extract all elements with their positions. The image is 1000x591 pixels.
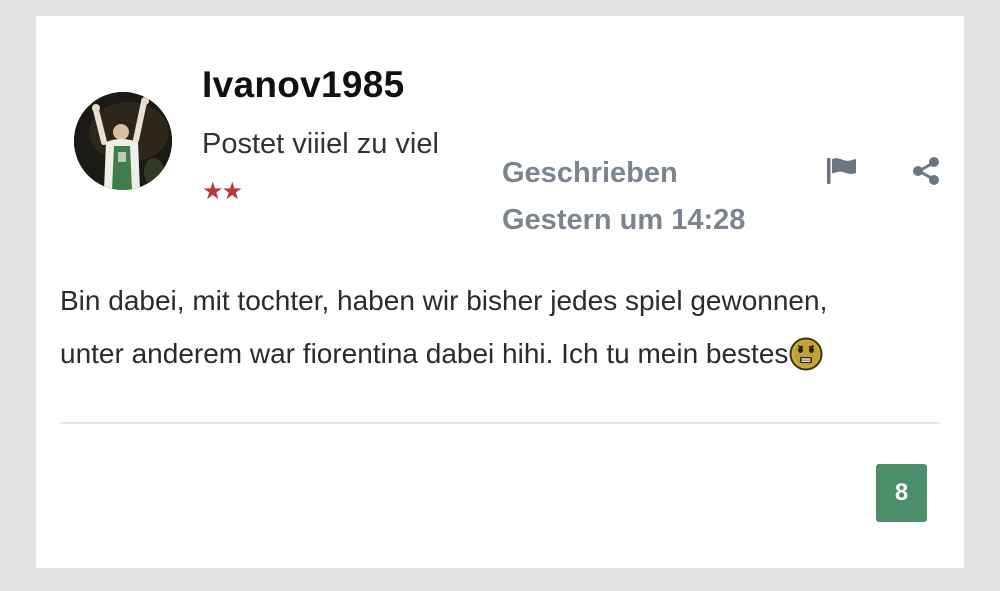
report-button[interactable] xyxy=(824,153,860,189)
post-divider xyxy=(60,422,940,424)
post-meta: Geschrieben Gestern um 14:28 xyxy=(502,150,745,244)
post-line-2: unter anderem war fiorentina dabei hihi.… xyxy=(60,327,940,388)
avatar-image xyxy=(74,92,172,190)
flag-icon xyxy=(827,158,856,184)
page: Ivanov1985 Postet viiiel zu viel ★★ Gesc… xyxy=(0,0,1000,591)
author-username[interactable]: Ivanov1985 xyxy=(202,64,405,106)
post-line-2-text: unter anderem war fiorentina dabei hihi.… xyxy=(60,338,789,369)
post-card: Ivanov1985 Postet viiiel zu viel ★★ Gesc… xyxy=(36,16,964,568)
nervous-face-emoji-icon xyxy=(789,335,823,388)
written-label: Geschrieben xyxy=(502,157,678,189)
post-date[interactable]: Gestern um 14:28 xyxy=(502,197,745,244)
share-button[interactable] xyxy=(908,153,944,189)
share-icon xyxy=(913,157,939,185)
user-avatar[interactable] xyxy=(74,92,172,190)
post-content: Bin dabei, mit tochter, haben wir bisher… xyxy=(60,274,940,388)
post-line-1: Bin dabei, mit tochter, haben wir bisher… xyxy=(60,285,828,316)
author-title: Postet viiiel zu viel xyxy=(202,128,439,160)
rank-stars: ★★ xyxy=(202,178,243,205)
reaction-count-badge[interactable]: 8 xyxy=(876,464,927,522)
